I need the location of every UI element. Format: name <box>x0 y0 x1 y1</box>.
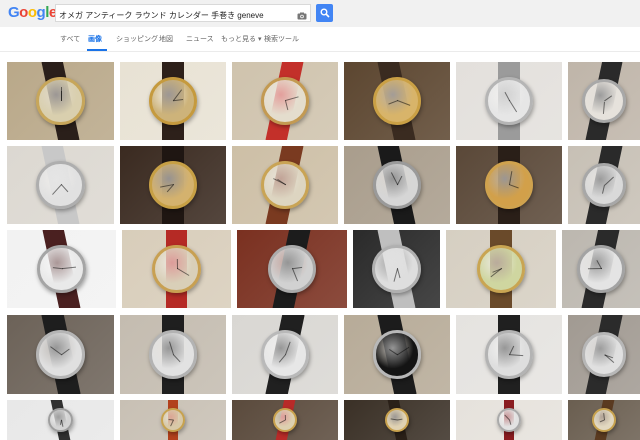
image-result[interactable] <box>568 315 640 394</box>
search-button[interactable] <box>316 4 333 22</box>
image-results-grid <box>0 52 640 440</box>
image-result[interactable] <box>344 62 450 140</box>
image-result[interactable] <box>7 146 114 224</box>
tab-more[interactable]: もっと見る ▾ <box>221 34 261 44</box>
image-result[interactable] <box>446 230 556 308</box>
image-result[interactable] <box>568 146 640 224</box>
image-result[interactable] <box>568 400 640 440</box>
tab-all[interactable]: すべて <box>60 34 80 44</box>
search-input[interactable] <box>56 7 295 24</box>
image-result[interactable] <box>237 230 347 308</box>
tab-shopping[interactable]: ショッピング <box>116 34 158 44</box>
image-result[interactable] <box>456 62 562 140</box>
tab-news[interactable]: ニュース <box>186 34 214 44</box>
image-result[interactable] <box>7 315 114 394</box>
image-result[interactable] <box>232 146 338 224</box>
search-icon <box>320 8 330 18</box>
image-result[interactable] <box>7 230 116 308</box>
logo-letter: o <box>19 4 28 21</box>
search-box[interactable] <box>55 4 311 24</box>
image-result[interactable] <box>232 315 338 394</box>
image-result[interactable] <box>344 400 450 440</box>
image-result[interactable] <box>7 62 114 140</box>
image-result[interactable] <box>232 62 338 140</box>
tab-search-tools[interactable]: 検索ツール <box>264 34 299 44</box>
image-result[interactable] <box>120 315 226 394</box>
image-result[interactable] <box>7 400 114 440</box>
image-result[interactable] <box>344 315 450 394</box>
watch-face <box>372 160 422 210</box>
watch-hand <box>284 415 286 421</box>
logo-letter: g <box>36 4 46 21</box>
image-result[interactable] <box>120 62 226 140</box>
logo-letter: o <box>27 4 37 21</box>
image-result[interactable] <box>122 230 231 308</box>
google-logo[interactable]: Google <box>8 4 57 21</box>
watch-hand <box>60 91 62 101</box>
image-result[interactable] <box>568 62 640 140</box>
active-tab-indicator <box>87 49 107 51</box>
watch-face <box>36 76 85 126</box>
image-result[interactable] <box>232 400 338 440</box>
watch-hand <box>176 259 178 269</box>
top-bar: Google <box>0 0 640 27</box>
image-result[interactable] <box>120 146 226 224</box>
tab-maps[interactable]: 地図 <box>159 34 173 44</box>
image-result[interactable] <box>353 230 440 308</box>
image-result[interactable] <box>456 315 562 394</box>
image-result[interactable] <box>120 400 226 440</box>
tab-images[interactable]: 画像 <box>88 34 102 44</box>
image-result[interactable] <box>562 230 640 308</box>
search-tabs: すべて 画像 ショッピング 地図 ニュース もっと見る ▾ 検索ツール <box>0 27 640 52</box>
image-result[interactable] <box>344 146 450 224</box>
image-result[interactable] <box>456 146 562 224</box>
image-result[interactable] <box>456 400 562 440</box>
camera-icon[interactable] <box>297 8 307 20</box>
logo-letter: G <box>8 4 20 21</box>
